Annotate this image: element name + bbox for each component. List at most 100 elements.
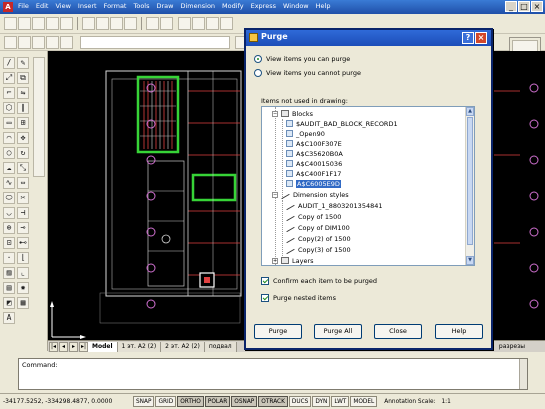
construction-line-icon[interactable]: ⤢ <box>3 72 15 84</box>
rotate-icon[interactable]: ↻ <box>17 147 29 159</box>
circle-icon[interactable]: ○ <box>3 147 15 159</box>
radio-cannot-purge[interactable]: View items you cannot purge <box>254 69 361 77</box>
scroll-up-icon[interactable]: ▲ <box>466 107 474 116</box>
match-properties-icon[interactable] <box>124 17 137 30</box>
command-scrollbar[interactable] <box>519 359 527 389</box>
tree-scrollbar[interactable]: ▲ ▼ <box>465 107 474 265</box>
tree-item-block[interactable]: A$C100F307E <box>286 139 342 148</box>
trim-icon[interactable]: ✂ <box>17 192 29 204</box>
expand-icon[interactable]: + <box>272 257 278 264</box>
osnap-toggle[interactable]: OSNAP <box>231 396 258 407</box>
fillet-icon[interactable]: ⌞ <box>17 267 29 279</box>
toolbar-grip[interactable] <box>33 57 45 177</box>
hatch-icon[interactable]: ▨ <box>3 267 15 279</box>
break-icon[interactable]: ⊸ <box>17 222 29 234</box>
zoom-previous-icon[interactable] <box>220 17 233 30</box>
undo-icon[interactable] <box>146 17 159 30</box>
tab-model[interactable]: Model <box>88 341 118 352</box>
ellipse-icon[interactable]: ⬭ <box>3 192 15 204</box>
move-icon[interactable]: ✥ <box>17 132 29 144</box>
region-icon[interactable]: ◩ <box>3 297 15 309</box>
layer-state-icon[interactable] <box>18 36 31 49</box>
layer-lock-icon[interactable] <box>60 36 73 49</box>
last-tab-icon[interactable]: ▸| <box>79 341 88 352</box>
tree-item-dimstyle[interactable]: Copy(2) of 1500 <box>286 234 351 243</box>
tree-item-block[interactable]: A$C40015036 <box>286 159 342 168</box>
chamfer-icon[interactable]: ⌊ <box>17 252 29 264</box>
annotation-scale-dropdown[interactable]: 1:1 <box>441 399 450 405</box>
zoom-window-icon[interactable] <box>206 17 219 30</box>
tab-layout-3[interactable]: подвал <box>204 341 237 352</box>
scale-icon[interactable]: ⤡ <box>17 162 29 174</box>
collapse-icon[interactable]: − <box>272 191 278 198</box>
spline-icon[interactable]: ∿ <box>3 177 15 189</box>
purge-tree[interactable]: − Blocks $AUDIT_BAD_BLOCK_RECORD1 _Open9… <box>261 106 475 266</box>
radio-button[interactable] <box>254 55 262 63</box>
menu-view[interactable]: View <box>55 2 70 10</box>
table-icon[interactable]: ▦ <box>17 297 29 309</box>
tree-item-dimstyle[interactable]: AUDIT_1_8803201354841 <box>286 201 383 210</box>
mirror-icon[interactable]: ⇋ <box>17 87 29 99</box>
erase-icon[interactable]: ✎ <box>17 57 29 69</box>
tree-item-dimstyle[interactable]: Copy of DIM100 <box>286 223 350 232</box>
ortho-toggle[interactable]: ORTHO <box>177 396 204 407</box>
layer-freeze-icon[interactable] <box>46 36 59 49</box>
lwt-toggle[interactable]: LWT <box>331 396 350 407</box>
confirm-checkbox-row[interactable]: Confirm each item to be purged <box>261 277 377 285</box>
drawing-canvas[interactable] <box>48 51 244 341</box>
stretch-icon[interactable]: ⇔ <box>17 177 29 189</box>
close-window-icon[interactable]: × <box>531 1 543 12</box>
arc-icon[interactable]: ⌒ <box>3 132 15 144</box>
drawing-canvas-right[interactable] <box>490 51 545 341</box>
pan-icon[interactable] <box>178 17 191 30</box>
ducs-toggle[interactable]: DUCS <box>288 396 312 407</box>
layer-on-icon[interactable] <box>32 36 45 49</box>
save-icon[interactable] <box>32 17 45 30</box>
tree-item-block[interactable]: $AUDIT_BAD_BLOCK_RECORD1 <box>286 119 398 128</box>
polar-toggle[interactable]: POLAR <box>204 396 231 407</box>
rectangle-icon[interactable]: ▭ <box>3 117 15 129</box>
make-block-icon[interactable]: ⊡ <box>3 237 15 249</box>
gradient-icon[interactable]: ▤ <box>3 282 15 294</box>
dialog-title-bar[interactable]: Purge ? × <box>246 30 491 46</box>
model-toggle[interactable]: MODEL <box>350 396 378 407</box>
insert-block-icon[interactable]: ⊕ <box>3 222 15 234</box>
menu-file[interactable]: File <box>18 2 29 10</box>
copy-icon[interactable] <box>96 17 109 30</box>
print-icon[interactable] <box>46 17 59 30</box>
tree-item-block[interactable]: A$C400F1F17 <box>286 169 341 178</box>
menu-help[interactable]: Help <box>316 2 331 10</box>
nested-checkbox-row[interactable]: Purge nested items <box>261 294 336 302</box>
new-file-icon[interactable] <box>4 17 17 30</box>
tree-item-block[interactable]: _Open90 <box>286 129 325 138</box>
tree-node-blocks[interactable]: − Blocks <box>272 109 313 118</box>
redo-icon[interactable] <box>160 17 173 30</box>
tree-item-dimstyle[interactable]: Copy of 1500 <box>286 212 341 221</box>
grid-toggle[interactable]: GRID <box>155 396 177 407</box>
tree-node-dimension-styles[interactable]: − Dimension styles <box>272 190 349 199</box>
radio-can-purge[interactable]: View items you can purge <box>254 55 350 63</box>
help-icon[interactable]: ? <box>462 32 474 44</box>
layer-manager-icon[interactable] <box>4 36 17 49</box>
otrack-toggle[interactable]: OTRACK <box>258 396 288 407</box>
tab-layout-1[interactable]: 1 эт. А2 (2) <box>117 341 162 352</box>
paste-icon[interactable] <box>110 17 123 30</box>
scroll-thumb[interactable] <box>467 117 473 245</box>
plot-preview-icon[interactable] <box>60 17 73 30</box>
cut-icon[interactable] <box>82 17 95 30</box>
help-button[interactable]: Help <box>435 324 483 339</box>
line-icon[interactable]: / <box>3 57 15 69</box>
tree-item-block[interactable]: A$C35620B0A <box>286 149 343 158</box>
tree-node-layers[interactable]: + Layers <box>272 256 314 265</box>
open-file-icon[interactable] <box>18 17 31 30</box>
purge-all-button[interactable]: Purge All <box>314 324 362 339</box>
menu-modify[interactable]: Modify <box>222 2 244 10</box>
array-icon[interactable]: ⊞ <box>17 117 29 129</box>
ellipse-arc-icon[interactable]: ◡ <box>3 207 15 219</box>
next-tab-icon[interactable]: ▸ <box>69 341 78 352</box>
copy-object-icon[interactable]: ⧉ <box>17 72 29 84</box>
point-icon[interactable]: · <box>3 252 15 264</box>
close-icon[interactable]: × <box>475 32 487 44</box>
command-line[interactable]: Command: <box>18 358 528 390</box>
join-icon[interactable]: ⊷ <box>17 237 29 249</box>
